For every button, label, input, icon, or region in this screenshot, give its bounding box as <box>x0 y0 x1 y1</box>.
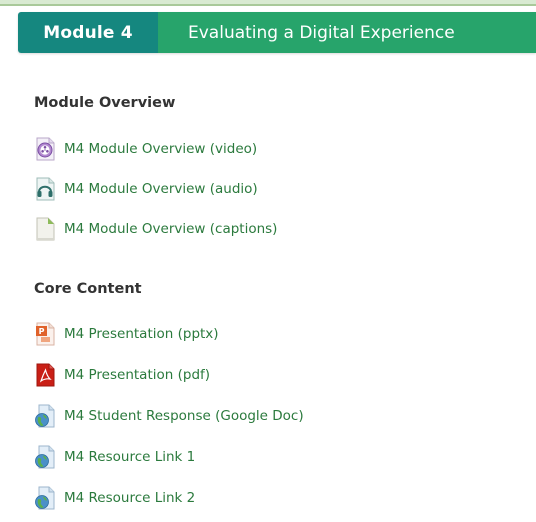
resource-item[interactable]: M4 Module Overview (audio) <box>34 176 258 202</box>
text-file-icon <box>34 217 56 241</box>
web-link-icon <box>34 486 56 510</box>
top-strip-line <box>0 4 536 6</box>
resource-item[interactable]: M4 Module Overview (video) <box>34 136 257 162</box>
resource-item[interactable]: M4 Resource Link 2 <box>34 485 195 511</box>
resource-link[interactable]: M4 Resource Link 1 <box>64 449 195 465</box>
module-title: Evaluating a Digital Experience <box>158 12 536 53</box>
web-link-icon <box>34 445 56 469</box>
video-file-icon <box>34 137 56 161</box>
resource-item[interactable]: M4 Module Overview (captions) <box>34 216 277 242</box>
pdf-file-icon <box>34 363 56 387</box>
resource-link[interactable]: M4 Module Overview (captions) <box>64 221 277 237</box>
resource-link[interactable]: M4 Presentation (pptx) <box>64 326 219 342</box>
resource-item[interactable]: M4 Student Response (Google Doc) <box>34 403 304 429</box>
resource-link[interactable]: M4 Presentation (pdf) <box>64 367 210 383</box>
course-page: Module 4 Evaluating a Digital Experience… <box>0 0 536 522</box>
resource-link[interactable]: M4 Module Overview (video) <box>64 141 257 157</box>
web-link-icon <box>34 404 56 428</box>
resource-item[interactable]: P M4 Presentation (pptx) <box>34 321 219 347</box>
audio-file-icon <box>34 177 56 201</box>
powerpoint-file-icon: P <box>34 322 56 346</box>
resource-item[interactable]: M4 Resource Link 1 <box>34 444 195 470</box>
resource-link[interactable]: M4 Resource Link 2 <box>64 490 195 506</box>
module-header: Module 4 Evaluating a Digital Experience <box>18 12 536 53</box>
resource-link[interactable]: M4 Module Overview (audio) <box>64 181 258 197</box>
resource-link[interactable]: M4 Student Response (Google Doc) <box>64 408 304 424</box>
resource-item[interactable]: M4 Presentation (pdf) <box>34 362 210 388</box>
module-badge: Module 4 <box>18 12 158 53</box>
svg-text:P: P <box>39 327 45 336</box>
section-heading-core-content: Core Content <box>34 281 142 297</box>
section-heading-module-overview: Module Overview <box>34 95 176 111</box>
